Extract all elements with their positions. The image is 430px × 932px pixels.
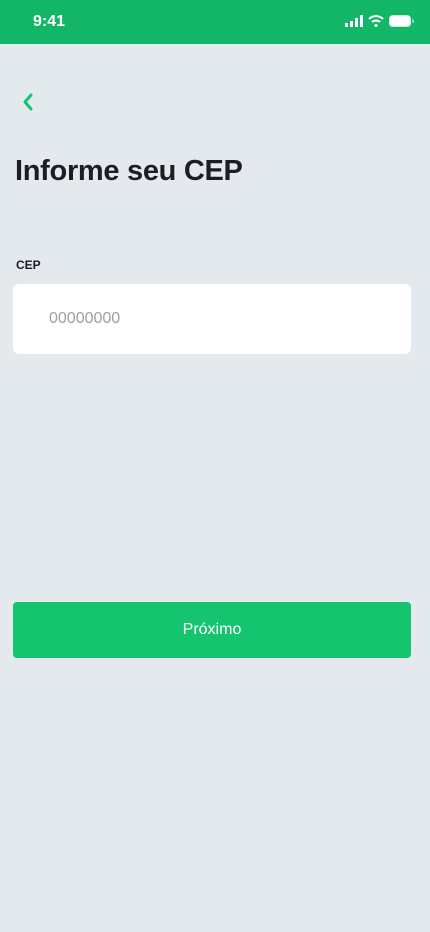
wifi-icon — [368, 15, 384, 27]
page-title: Informe seu CEP — [15, 155, 243, 187]
cep-label: CEP — [16, 258, 41, 272]
battery-icon — [389, 15, 414, 27]
status-time: 9:41 — [33, 13, 66, 30]
status-bar: 9:41 — [0, 0, 430, 44]
next-button[interactable]: Próximo — [13, 602, 411, 658]
chevron-left-icon — [23, 93, 33, 111]
signal-icon — [345, 15, 363, 27]
back-button[interactable] — [18, 90, 40, 114]
cep-input[interactable] — [13, 284, 411, 354]
status-icons — [345, 15, 414, 27]
